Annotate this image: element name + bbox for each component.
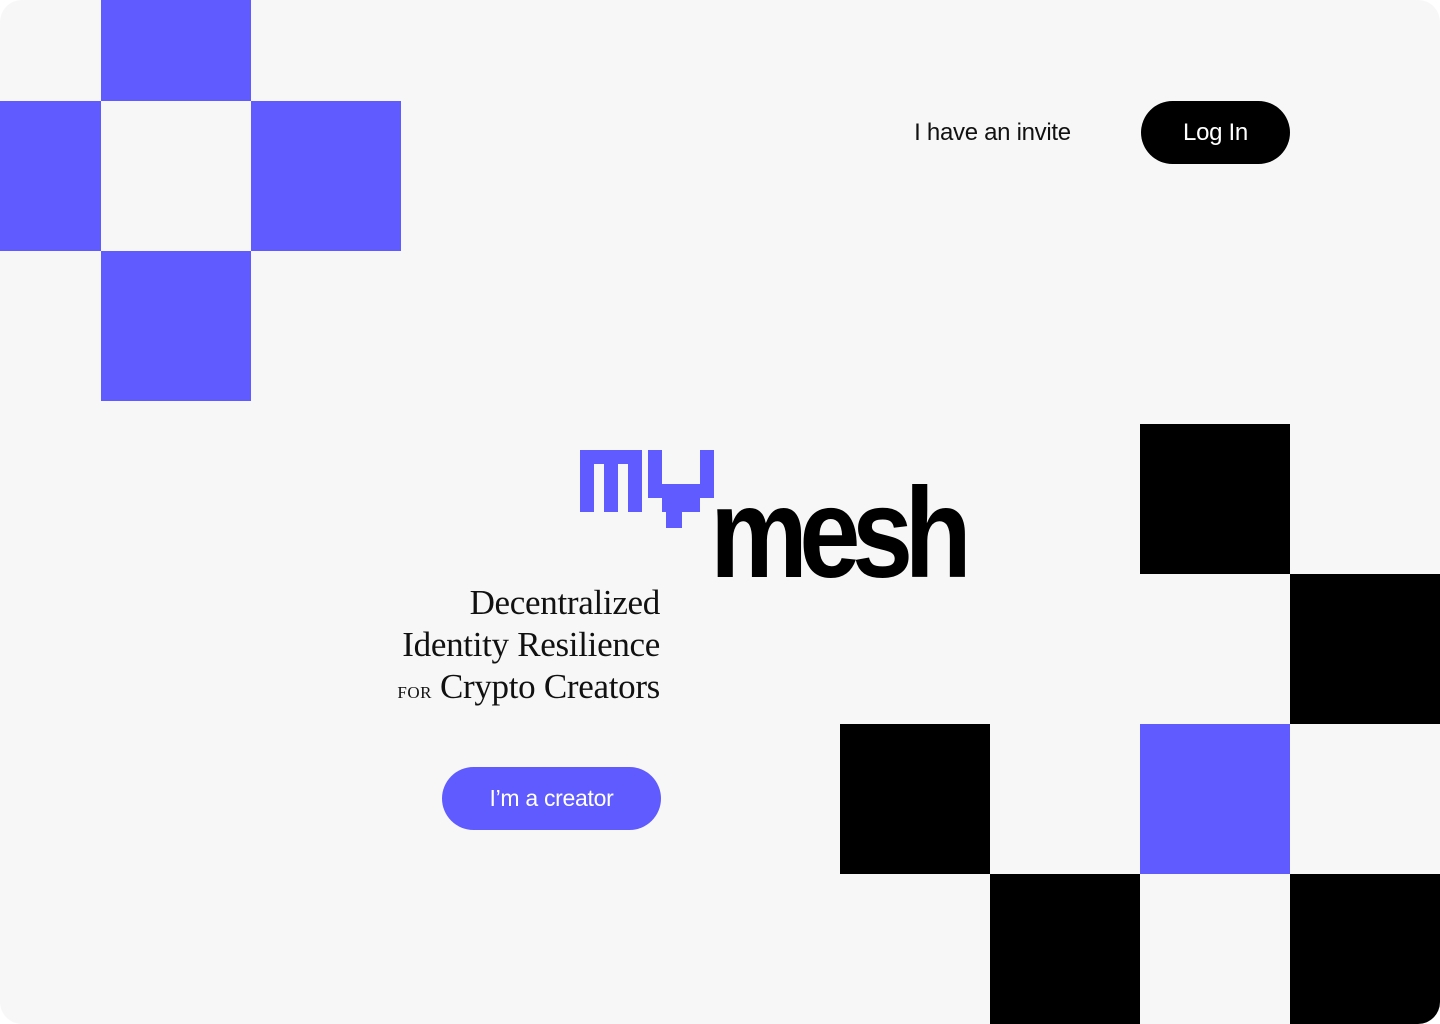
logo-wordmark: mesh xyxy=(710,462,972,605)
decor-square xyxy=(1290,874,1440,1024)
creator-button[interactable]: I’m a creator xyxy=(442,767,661,830)
tagline-line-2: Identity Resilience xyxy=(402,625,660,664)
invite-link[interactable]: I have an invite xyxy=(890,112,1095,154)
decor-square xyxy=(1290,574,1440,724)
decor-square xyxy=(101,0,251,101)
login-button[interactable]: Log In xyxy=(1141,101,1290,164)
landing-page: I have an invite Log In mesh my Decentra… xyxy=(0,0,1440,1024)
tagline-line-1: Decentralized xyxy=(469,583,661,622)
tagline-line-3-wrap: FOR Crypto Creators xyxy=(240,666,660,714)
decor-square xyxy=(0,101,101,251)
tagline-line-3: Crypto Creators xyxy=(439,667,660,706)
decor-square xyxy=(1140,424,1290,574)
decor-square xyxy=(1140,724,1290,874)
decor-square xyxy=(101,251,251,401)
tagline-for: FOR xyxy=(397,683,432,702)
decor-square xyxy=(840,724,990,874)
decor-square xyxy=(990,874,1140,1024)
tagline: Decentralized Identity Resilience FOR Cry… xyxy=(240,582,660,714)
decor-square xyxy=(251,101,401,251)
